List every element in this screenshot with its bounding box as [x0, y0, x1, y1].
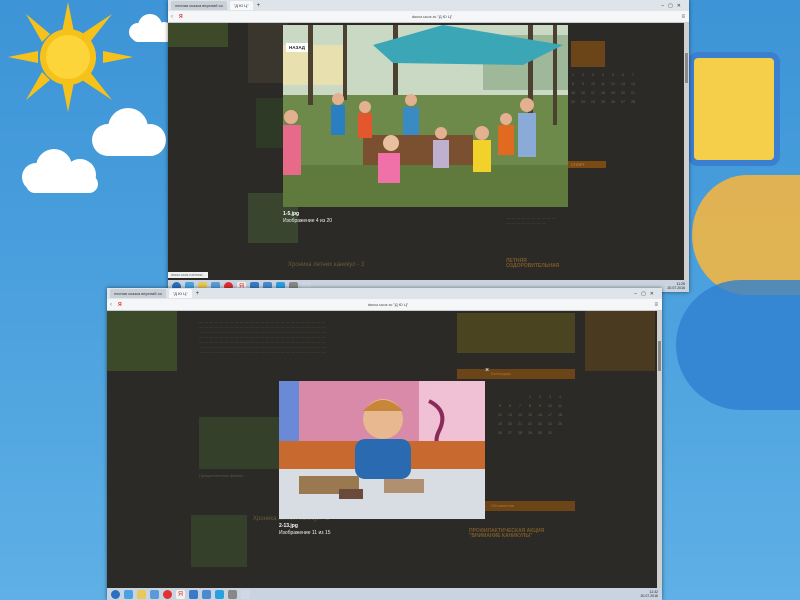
announcements-heading: Объявления [491, 503, 515, 508]
taskbar: Я 11:32 20.07.2016 [107, 588, 662, 600]
side-heading: СПОРТ [568, 161, 606, 168]
page-content: — — — — — — — — — — — — — — — — — — — — … [107, 311, 662, 588]
app-icon[interactable] [228, 589, 237, 599]
frame-decoration [688, 52, 780, 166]
address-bar[interactable]: ‹ Я dscvz.ucoz.ru "Д Ю Ц" ≡ [107, 299, 662, 311]
lightbox-photo[interactable] [279, 381, 485, 519]
lightbox-caption: 2-13.jpg Изображение 11 из 15 [279, 523, 331, 537]
scrollbar-thumb[interactable] [658, 341, 661, 371]
article-text: — — — — — — — — — — — — — — — — — — — — … [199, 319, 326, 354]
status-url: dscvz.ucoz.ru/news/... [168, 272, 209, 278]
browser-tab-active[interactable]: "Д Ю Ц" [229, 1, 253, 10]
thumbnail-image [199, 417, 279, 469]
announcement-title[interactable]: ПРОФИЛАКТИЧЕСКАЯ АКЦИЯ "ВНИМАНИЕ КАНИКУЛ… [469, 529, 565, 539]
scrollbar-thumb[interactable] [685, 53, 688, 83]
url-text[interactable]: dscvz.ucoz.ru "Д Ю Ц" [412, 14, 452, 19]
calendar-widget: 1234567 8 9 10 11 12 13 14 15 16 17 18 19 20 21 22 23… [571, 73, 635, 104]
lightbox-close-icon[interactable]: × [485, 367, 489, 374]
image-counter: Изображение 11 из 15 [279, 530, 331, 536]
app-icon[interactable] [241, 589, 250, 599]
taskbar-clock: 11:25 20.07.2016 [667, 282, 685, 290]
side-heading-summer: ЛЕТНЯЯ ОЗДОРОВИТЕЛЬНАЯ [506, 258, 560, 269]
new-tab-icon[interactable]: + [257, 3, 261, 9]
scrollbar[interactable] [657, 311, 662, 588]
browser-tab[interactable]: лесная сказка верхний со [110, 289, 166, 298]
app-icon[interactable] [202, 589, 211, 599]
tab-bar: лесная сказка верхний со "Д Ю Ц" + –▢✕ [107, 288, 662, 299]
browser-window-bottom: лесная сказка верхний со "Д Ю Ц" + –▢✕ ‹… [107, 288, 662, 600]
scrollbar[interactable] [684, 23, 689, 280]
yandex-logo-icon: Я [118, 301, 122, 308]
lightbox-caption: 1-5.jpg Изображение 4 из 20 [283, 211, 332, 225]
mail-icon[interactable] [150, 589, 159, 599]
calendar-heading: Календарь [491, 371, 512, 376]
thumbnail-image [191, 515, 247, 567]
browser-tab[interactable]: лесная сказка верхний со [171, 1, 227, 10]
article-title[interactable]: Хроника летних каникул - 3 [288, 262, 364, 268]
start-button-icon[interactable] [111, 589, 120, 599]
browser-tab-active[interactable]: "Д Ю Ц" [168, 289, 192, 298]
header-image [168, 23, 228, 47]
header-image [585, 311, 655, 371]
attachments-text: Прикрепленные файлы... [199, 473, 247, 478]
sun-decoration [8, 2, 133, 112]
window-controls[interactable]: –▢✕ [661, 3, 685, 9]
text-block [248, 23, 288, 83]
back-arrow-icon[interactable]: ‹ [171, 14, 173, 20]
image-counter: Изображение 4 из 20 [283, 218, 333, 224]
boy-crafts-photo [279, 381, 485, 519]
network-icon[interactable] [189, 589, 198, 599]
opera-icon[interactable] [163, 589, 172, 599]
yandex-logo-icon: Я [179, 13, 183, 20]
kids-picnic-photo [283, 25, 568, 207]
image-filename: 1-5.jpg [283, 211, 300, 217]
orange-widget [571, 41, 605, 67]
side-text: — — — — — — — — — — — — — — — — — — [506, 215, 557, 225]
lightbox-photo[interactable] [283, 25, 568, 207]
window-controls[interactable]: –▢✕ [634, 291, 658, 297]
calendar-widget: 1234 5 6 7 8 9 10 11 12 13 14 15 16 17 18 19 20 21 22 23… [498, 395, 562, 435]
taskbar-clock: 11:32 20.07.2016 [640, 590, 658, 598]
yandex-icon[interactable]: Я [176, 589, 185, 599]
calendar-heading-bar [457, 369, 575, 379]
back-arrow-icon[interactable]: ‹ [110, 302, 112, 308]
lightbox-back-button[interactable]: НАЗАД [286, 43, 308, 52]
menu-icon[interactable]: ≡ [654, 302, 658, 308]
thumbnail-image [256, 98, 286, 148]
header-image [107, 311, 177, 371]
cloud-decoration [22, 149, 98, 193]
image-filename: 2-13.jpg [279, 523, 298, 529]
side-banner [457, 313, 575, 353]
hill-decoration [692, 175, 800, 295]
menu-icon[interactable]: ≡ [681, 14, 685, 20]
ie-icon[interactable] [124, 589, 133, 599]
tab-bar: лесная сказка верхний со "Д Ю Ц" + –▢✕ [168, 0, 689, 11]
new-tab-icon[interactable]: + [196, 291, 200, 297]
folder-icon[interactable] [137, 589, 146, 599]
browser-window-top: лесная сказка верхний со "Д Ю Ц" + –▢✕ ‹… [168, 0, 689, 292]
skype-icon[interactable] [215, 589, 224, 599]
url-text[interactable]: dscvz.ucoz.ru "Д Ю Ц" [368, 302, 408, 307]
page-content: 1234567 8 9 10 11 12 13 14 15 16 17 18 19 20 21 22 23… [168, 23, 689, 280]
hill-decoration [676, 280, 800, 410]
address-bar[interactable]: ‹ Я dscvz.ucoz.ru "Д Ю Ц" ≡ [168, 11, 689, 23]
